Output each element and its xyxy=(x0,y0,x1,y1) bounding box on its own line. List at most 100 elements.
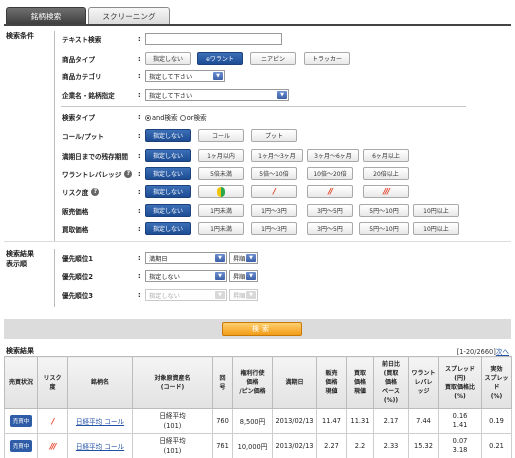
risk-none-button[interactable]: 指定しない xyxy=(145,185,191,198)
expiry-none-button[interactable]: 指定しない xyxy=(145,149,191,162)
priority2-label: 優先順位2 xyxy=(62,273,93,281)
leverage-5-10-button[interactable]: 5倍～10倍 xyxy=(251,167,297,180)
leverage-under5-button[interactable]: 5倍未満 xyxy=(198,167,244,180)
sell-price-10plus-button[interactable]: 10円以上 xyxy=(413,204,459,217)
priority1-order-select[interactable]: 昇順 ▼ xyxy=(229,252,258,264)
header-line: (%) xyxy=(454,392,466,400)
header-line: (買取 xyxy=(383,370,399,377)
sell-price-under1-button[interactable]: 1円未満 xyxy=(198,204,244,217)
header-line: ワラント xyxy=(411,370,436,377)
product-category-select[interactable]: 指定して下さい ▼ xyxy=(145,70,225,82)
put-button[interactable]: プット xyxy=(251,129,297,142)
separator xyxy=(61,106,466,107)
product-type-nearpin-button[interactable]: ニアピン xyxy=(250,52,296,65)
tab-stock-search[interactable]: 銘柄検索 xyxy=(6,7,86,24)
company-select[interactable]: 指定して下さい ▼ xyxy=(145,89,289,101)
next-page-link[interactable]: 次へ xyxy=(496,348,509,356)
header-line: リスク xyxy=(43,374,62,382)
header-line: 現値 xyxy=(325,388,338,395)
help-icon[interactable]: ? xyxy=(91,188,100,196)
priority2-order-select[interactable]: 昇順 ▼ xyxy=(229,270,258,282)
buy-price-10plus-button[interactable]: 10円以上 xyxy=(413,222,459,235)
leverage-10-20-button[interactable]: 10倍～20倍 xyxy=(307,167,353,180)
company-label: 企業名・銘柄指定 xyxy=(62,92,115,100)
chevron-down-icon: ▼ xyxy=(246,272,256,280)
risk-beginner-button[interactable] xyxy=(198,185,244,198)
colon: : xyxy=(138,72,141,80)
colon: : xyxy=(138,225,141,233)
header-line: (%)) xyxy=(383,397,399,404)
risk-label: リスク度 ? xyxy=(62,187,100,197)
header-line: 買取価格比 xyxy=(444,383,475,391)
header-line: 価格 xyxy=(384,379,397,386)
leverage-20plus-button[interactable]: 20倍以上 xyxy=(363,167,409,180)
column-header-spread: スプレッド (円) 買取価格比 (%) xyxy=(438,356,482,409)
buy-price-cell: 2.2 xyxy=(346,433,374,458)
call-put-none-button[interactable]: 指定しない xyxy=(145,129,191,142)
product-type-none-button[interactable]: 指定しない xyxy=(145,52,191,65)
separator xyxy=(4,241,511,242)
colon: : xyxy=(138,207,141,215)
priority3-value: 指定しない xyxy=(149,292,180,300)
risk-level3-button[interactable]: /// xyxy=(363,185,409,198)
chevron-down-icon: ▼ xyxy=(215,291,225,299)
text-search-input[interactable] xyxy=(145,33,282,45)
priority1-select[interactable]: 満期日 ▼ xyxy=(145,252,227,264)
header-line: 回 xyxy=(219,374,226,382)
header-line: (円) xyxy=(454,374,466,382)
expiry-1m-button[interactable]: 1ヶ月以内 xyxy=(198,149,244,162)
colon: : xyxy=(138,170,141,178)
and-search-radio[interactable] xyxy=(145,115,151,121)
product-type-tracker-button[interactable]: トラッカー xyxy=(304,52,350,65)
buy-price-under1-button[interactable]: 1円未満 xyxy=(198,222,244,235)
header-line: 満期日 xyxy=(285,379,304,386)
strike-cell: 8,500円 xyxy=(232,408,273,434)
risk-level1-button[interactable]: / xyxy=(251,185,297,198)
sell-price-none-button[interactable]: 指定しない xyxy=(145,204,191,217)
expiry-6m-plus-button[interactable]: 6ヶ月以上 xyxy=(363,149,409,162)
sell-price-5-10-button[interactable]: 5円～10円 xyxy=(359,204,409,217)
column-header-risk: リスク度 xyxy=(37,356,68,409)
buy-price-none-button[interactable]: 指定しない xyxy=(145,222,191,235)
column-header-effective: 実効 スプレッド (%) xyxy=(481,356,512,409)
change-cell: 2.33 xyxy=(373,433,409,458)
trading-status-badge[interactable]: 売買中 xyxy=(9,440,33,452)
column-header-leverage: ワラント レバレ ッジ xyxy=(408,356,439,409)
expiry-3-6m-button[interactable]: 3ヶ月～6ヶ月 xyxy=(307,149,359,162)
sell-price-3-5-button[interactable]: 3円～5円 xyxy=(307,204,353,217)
results-table: 売買状況 リスク度銘柄名 対象原資産名 (コード) 回号権利行使 価格/ピン価格 満期日 販売… xyxy=(4,356,512,458)
underlying-name: 日経平均 xyxy=(159,437,186,445)
expiry-1-3m-button[interactable]: 1ヶ月～3ヶ月 xyxy=(251,149,303,162)
effective-spread-cell: 0.21 xyxy=(481,433,512,458)
product-type-ewarrant-button[interactable]: eワラント xyxy=(197,52,243,65)
text-search-label: テキスト検索 xyxy=(62,36,102,44)
buy-price-3-5-button[interactable]: 3円～5円 xyxy=(307,222,353,235)
buy-price-1-3-button[interactable]: 1円～3円 xyxy=(251,222,297,235)
priority2-select[interactable]: 指定しない ▼ xyxy=(145,270,227,282)
buy-price-cell: 11.31 xyxy=(346,408,374,434)
effective-spread-cell: 0.19 xyxy=(481,408,512,434)
buy-price-5-10-button[interactable]: 5円～10円 xyxy=(359,222,409,235)
sell-price-1-3-button[interactable]: 1円～3円 xyxy=(251,204,297,217)
colon: : xyxy=(138,132,141,140)
search-type-label: 検索タイプ xyxy=(62,114,95,122)
tab-screening[interactable]: スクリーニング xyxy=(88,7,170,24)
or-search-radio[interactable] xyxy=(179,115,186,121)
help-icon[interactable]: ? xyxy=(124,170,133,178)
risk-icon: /// xyxy=(49,441,57,451)
risk-level2-button[interactable]: // xyxy=(307,185,353,198)
risk-level1-icon: / xyxy=(273,187,276,196)
chevron-down-icon: ▼ xyxy=(246,291,256,299)
search-type-radio-group: and検索 or検索 xyxy=(145,112,207,122)
product-name-link[interactable]: 日経平均 コール xyxy=(76,443,124,451)
header-line: スプレッド xyxy=(484,374,509,391)
call-button[interactable]: コール xyxy=(198,129,244,142)
underlying-code: (101) xyxy=(163,422,182,430)
leverage-none-button[interactable]: 指定しない xyxy=(145,167,191,180)
product-name-link[interactable]: 日経平均 コール xyxy=(76,418,124,426)
sell-price-cell: 2.27 xyxy=(316,433,347,458)
search-button[interactable]: 検索 xyxy=(222,322,302,336)
trading-status-badge[interactable]: 売買中 xyxy=(9,415,33,427)
colon: : xyxy=(138,291,141,299)
order-section-label-line2: 表示順 xyxy=(6,260,27,268)
